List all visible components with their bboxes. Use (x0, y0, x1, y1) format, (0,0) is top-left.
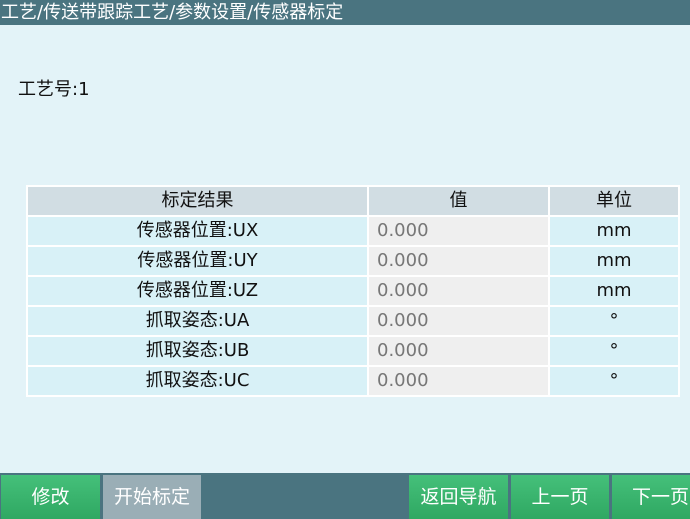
row-name: 传感器位置:UX (26, 215, 369, 247)
previous-page-button[interactable]: 上一页 (511, 475, 609, 519)
table-row[interactable]: 传感器位置:UY 0.000 mm (26, 245, 680, 277)
row-value[interactable]: 0.000 (367, 215, 550, 247)
calibration-table: 标定结果 值 单位 传感器位置:UX 0.000 mm 传感器位置:UY 0.0… (26, 185, 680, 397)
row-unit: ° (548, 305, 680, 337)
row-value[interactable]: 0.000 (367, 335, 550, 367)
column-header-result: 标定结果 (26, 185, 369, 217)
row-unit: mm (548, 215, 680, 247)
row-unit: ° (548, 365, 680, 397)
next-page-button[interactable]: 下一页 (612, 475, 690, 519)
row-value[interactable]: 0.000 (367, 245, 550, 277)
main-panel: 工艺号:1 标定结果 值 单位 传感器位置:UX 0.000 mm 传感器位置:… (0, 25, 690, 473)
column-header-unit: 单位 (548, 185, 680, 217)
row-unit: ° (548, 335, 680, 367)
row-name: 传感器位置:UZ (26, 275, 369, 307)
table-row[interactable]: 传感器位置:UZ 0.000 mm (26, 275, 680, 307)
table-header-row: 标定结果 值 单位 (26, 185, 680, 217)
table-row[interactable]: 抓取姿态:UA 0.000 ° (26, 305, 680, 337)
table-row[interactable]: 抓取姿态:UB 0.000 ° (26, 335, 680, 367)
row-name: 抓取姿态:UB (26, 335, 369, 367)
breadcrumb: 工艺/传送带跟踪工艺/参数设置/传感器标定 (0, 0, 690, 25)
row-name: 传感器位置:UY (26, 245, 369, 277)
row-value[interactable]: 0.000 (367, 305, 550, 337)
modify-button[interactable]: 修改 (1, 475, 100, 519)
start-calibration-button[interactable]: 开始标定 (103, 475, 201, 519)
process-number-label: 工艺号:1 (18, 79, 90, 100)
row-unit: mm (548, 245, 680, 277)
row-value[interactable]: 0.000 (367, 365, 550, 397)
row-name: 抓取姿态:UA (26, 305, 369, 337)
row-unit: mm (548, 275, 680, 307)
bottom-toolbar: 修改 开始标定 返回导航 上一页 下一页 (0, 473, 690, 519)
row-name: 抓取姿态:UC (26, 365, 369, 397)
row-value[interactable]: 0.000 (367, 275, 550, 307)
table-row[interactable]: 传感器位置:UX 0.000 mm (26, 215, 680, 247)
table-row[interactable]: 抓取姿态:UC 0.000 ° (26, 365, 680, 397)
column-header-value: 值 (367, 185, 550, 217)
back-navigation-button[interactable]: 返回导航 (409, 475, 508, 519)
